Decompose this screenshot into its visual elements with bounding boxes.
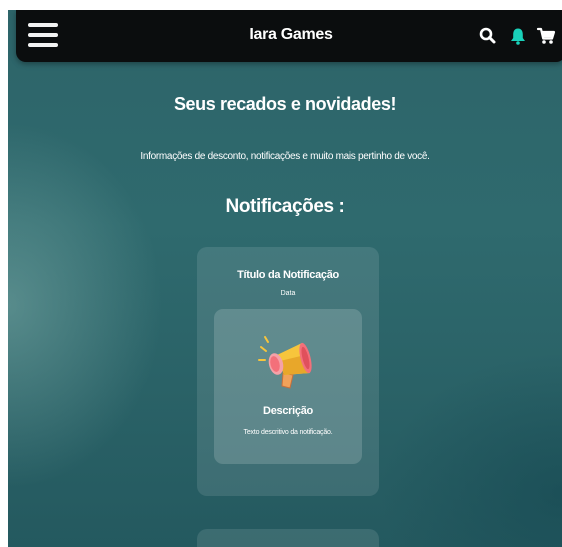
notifications-section-title: Notificações : <box>225 196 345 217</box>
page-heading: Seus recados e novidades! <box>173 94 397 114</box>
search-icon[interactable] <box>478 26 498 46</box>
notification-description-title: Descrição <box>263 405 313 417</box>
bell-icon[interactable] <box>508 26 528 46</box>
notification-card[interactable]: Título da Notificação Data Descrição Tex… <box>197 247 379 496</box>
notification-date: Data <box>280 290 296 297</box>
menu-icon[interactable] <box>28 23 58 47</box>
top-navigation-bar: Iara Games <box>16 10 562 62</box>
notification-content: Descrição Texto descritivo da notificaçã… <box>214 309 362 464</box>
cart-icon[interactable] <box>536 26 556 46</box>
page-subheading: Informações de desconto, notificações e … <box>140 151 430 162</box>
app-screen: Iara Games Seus recados e novidades! Inf… <box>8 10 562 547</box>
notification-title: Título da Notificação <box>237 269 339 281</box>
megaphone-icon <box>258 336 312 389</box>
notification-card-next[interactable] <box>197 529 379 547</box>
notification-description-text: Texto descritivo da notificação. <box>243 429 333 436</box>
